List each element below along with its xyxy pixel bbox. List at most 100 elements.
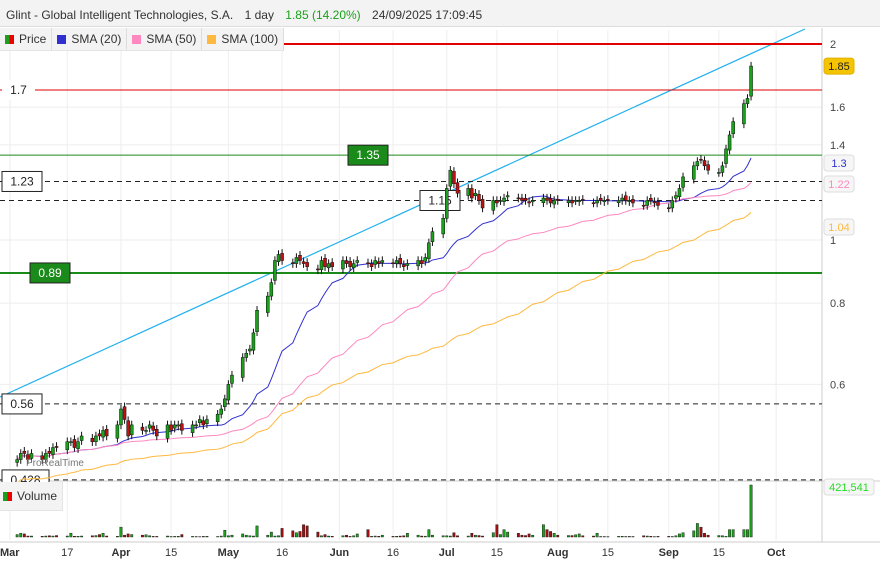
volume-bar xyxy=(320,535,323,538)
volume-bar xyxy=(119,526,123,538)
volume-bar xyxy=(248,535,252,538)
candle xyxy=(219,408,223,415)
candle xyxy=(674,195,678,199)
legend-sma50[interactable]: SMA (50) xyxy=(127,28,203,50)
sma50-swatch-icon xyxy=(132,34,142,44)
volume-bar xyxy=(295,532,298,538)
candle xyxy=(280,253,284,261)
candle xyxy=(466,188,470,196)
legend-price[interactable]: Price xyxy=(0,28,53,50)
candle xyxy=(602,200,607,202)
volume-bar xyxy=(499,534,502,538)
volume-bar xyxy=(76,536,80,538)
legend-sma100[interactable]: SMA (100) xyxy=(202,28,285,50)
volume-bar xyxy=(431,534,434,538)
volume-bar xyxy=(466,535,470,538)
candle xyxy=(104,428,109,437)
volume-bar xyxy=(15,534,19,538)
candle xyxy=(724,148,728,164)
candle xyxy=(101,430,105,438)
volume-bar xyxy=(642,535,646,538)
candle xyxy=(581,199,585,201)
candle xyxy=(126,420,130,437)
candle xyxy=(169,424,173,431)
level-label: 1.23 xyxy=(10,174,34,188)
volume-bar xyxy=(516,533,520,538)
candle xyxy=(731,121,735,135)
x-tick-label: Apr xyxy=(112,547,132,559)
volume-bar xyxy=(674,535,678,538)
volume-bar xyxy=(144,534,148,538)
candle xyxy=(745,98,750,104)
volume-bar xyxy=(402,535,406,538)
candle xyxy=(194,424,198,427)
volume-bar xyxy=(380,534,384,538)
level-label: 1.7 xyxy=(10,83,27,97)
y-tick-label: 1.6 xyxy=(830,102,845,114)
volume-bar xyxy=(441,535,445,538)
volume-bar xyxy=(427,529,431,538)
legend-label: SMA (50) xyxy=(146,32,197,46)
volume-bar xyxy=(592,535,595,538)
legend-volume[interactable]: Volume xyxy=(0,482,63,511)
volume-bar xyxy=(105,535,109,538)
candle xyxy=(276,254,281,262)
volume-bar xyxy=(595,533,599,538)
volume-bar xyxy=(506,531,510,538)
candle xyxy=(72,439,77,448)
price-chart[interactable]: Mar 17 Apr 15 May 16 Jun 16 Jul 15 Aug 15 Sep 15 Oct 2 1… xyxy=(0,0,880,563)
volume-bar xyxy=(416,534,420,538)
candle xyxy=(305,262,309,267)
volume-bar xyxy=(474,534,477,538)
candle xyxy=(727,134,732,151)
volume-bar xyxy=(266,534,270,538)
volume-bar xyxy=(470,533,474,538)
candle xyxy=(172,424,177,429)
volume-bar xyxy=(101,533,105,538)
volume-bar xyxy=(545,529,549,538)
volume-bar xyxy=(667,536,671,538)
candle xyxy=(441,217,445,235)
volume-bar xyxy=(695,523,699,538)
legend-sma20[interactable]: SMA (20) xyxy=(52,28,128,50)
y-tick-label: 1.4 xyxy=(830,140,845,152)
x-tick-label: 16 xyxy=(276,547,288,559)
candle xyxy=(573,200,578,202)
candle xyxy=(226,384,231,401)
candle xyxy=(115,424,120,439)
volume-bar xyxy=(280,528,284,538)
volume-bar xyxy=(151,536,155,538)
volume-bar xyxy=(405,533,409,538)
candle xyxy=(598,197,603,201)
volume-bar xyxy=(620,536,624,538)
volume-bar xyxy=(574,534,578,538)
sma100-value-label: 1.04 xyxy=(828,222,849,234)
candle xyxy=(291,262,295,265)
candle xyxy=(15,459,19,463)
candle xyxy=(670,200,675,209)
volume-bar xyxy=(678,533,681,538)
volume-bar xyxy=(491,532,495,538)
candle xyxy=(649,197,653,201)
candle xyxy=(516,197,521,200)
candle xyxy=(405,263,410,266)
candle xyxy=(641,204,646,207)
candle xyxy=(47,450,52,454)
candle xyxy=(681,176,685,188)
candle xyxy=(90,437,95,442)
volume-bar xyxy=(373,535,377,538)
candle xyxy=(151,425,155,431)
candle xyxy=(527,201,531,204)
volume-bar xyxy=(277,535,280,538)
volume-bar xyxy=(448,535,452,538)
volume-bar xyxy=(717,535,721,538)
volume-bar xyxy=(166,535,169,538)
volume-bar xyxy=(627,536,631,538)
volume-bar xyxy=(316,531,320,538)
volume-bar xyxy=(645,535,649,538)
volume-bar xyxy=(581,535,585,538)
candle xyxy=(197,419,202,423)
volume-bar xyxy=(728,529,731,538)
candle xyxy=(427,242,431,259)
candle xyxy=(545,197,549,201)
